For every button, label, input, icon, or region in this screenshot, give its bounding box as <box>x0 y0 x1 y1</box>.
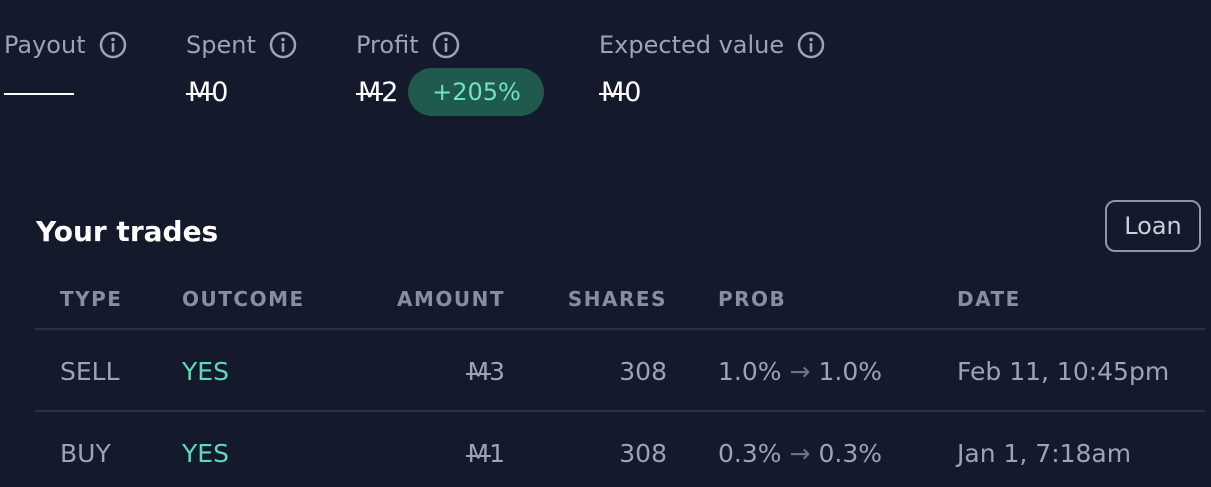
mana-currency-icon: M <box>355 76 384 108</box>
mana-currency-icon: M <box>598 76 627 108</box>
trade-date: Feb 11, 10:45pm <box>957 357 1170 386</box>
table-header-row: TYPE OUTCOME AMOUNT SHARES PROB DATE <box>35 270 1205 330</box>
trades-table: TYPE OUTCOME AMOUNT SHARES PROB DATE SEL… <box>35 270 1211 487</box>
column-header-outcome[interactable]: OUTCOME <box>182 284 305 314</box>
prob-before: 0.3% <box>718 439 782 468</box>
stat-expected-label: Expected value <box>599 31 785 59</box>
trade-date: Jan 1, 7:18am <box>957 439 1132 468</box>
stat-profit-value: 2 <box>381 76 399 108</box>
trade-prob: 0.3% → 0.3% <box>718 434 882 474</box>
stat-profit-label-row: Profit <box>356 28 461 62</box>
info-icon[interactable] <box>268 30 298 60</box>
arrow-right-icon: → <box>789 357 811 386</box>
info-icon[interactable] <box>796 30 826 60</box>
profit-percent-badge: +205% <box>408 68 545 116</box>
trade-prob: 1.0% → 1.0% <box>718 352 882 392</box>
column-header-type[interactable]: TYPE <box>60 284 122 314</box>
trade-type: SELL <box>60 357 120 386</box>
trade-shares: 308 <box>619 357 667 386</box>
table-row: SELL YES M3 308 1.0% → 1.0% Feb 11, 10:45p… <box>35 330 1205 412</box>
stat-payout-value <box>4 72 74 112</box>
loan-button[interactable]: Loan <box>1105 200 1201 252</box>
info-icon[interactable] <box>98 30 128 60</box>
table-row: BUY YES M1 308 0.3% → 0.3% Jan 1, 7:18am <box>35 412 1205 487</box>
trade-amount-value: 1 <box>489 439 505 468</box>
stat-spent-label: Spent <box>186 31 256 59</box>
stat-profit-label: Profit <box>356 31 419 59</box>
stat-profit-value-row: M2 +205% <box>355 68 545 116</box>
column-header-prob[interactable]: PROB <box>718 284 786 314</box>
stat-expected-label-row: Expected value <box>599 28 826 62</box>
stat-payout-label-row: Payout <box>4 28 128 62</box>
column-header-shares[interactable]: SHARES <box>515 284 667 314</box>
info-icon[interactable] <box>431 30 461 60</box>
prob-before: 1.0% <box>718 357 782 386</box>
stat-profit: Profit M2 +205% <box>355 28 545 116</box>
stat-expected-value: 0 <box>624 76 642 108</box>
stat-expected-value: Expected value M0 <box>598 28 826 108</box>
trade-amount: M3 <box>335 352 505 392</box>
arrow-right-icon: → <box>789 439 811 468</box>
empty-value-dash <box>4 93 74 95</box>
trade-amount-value: 3 <box>489 357 505 386</box>
mana-currency-icon: M <box>185 76 214 108</box>
stat-payout-label: Payout <box>4 31 86 59</box>
stat-spent-value-row: M0 <box>185 72 229 112</box>
stat-payout: Payout <box>4 28 128 95</box>
trade-outcome: YES <box>182 357 229 386</box>
stat-spent-label-row: Spent <box>186 28 298 62</box>
prob-after: 0.3% <box>818 439 882 468</box>
column-header-date[interactable]: DATE <box>957 284 1021 314</box>
trade-summary-panel: Payout Spent M0 Profit M2 +205% Expected… <box>0 0 1211 487</box>
prob-after: 1.0% <box>818 357 882 386</box>
stat-spent-value: 0 <box>211 76 229 108</box>
your-trades-title: Your trades <box>36 215 219 248</box>
trade-shares: 308 <box>619 439 667 468</box>
trade-amount: M1 <box>335 434 505 474</box>
trade-type: BUY <box>60 439 111 468</box>
mana-currency-icon: M <box>465 434 491 474</box>
stat-expected-value-row: M0 <box>598 72 642 112</box>
column-header-amount[interactable]: AMOUNT <box>335 284 505 314</box>
stat-spent: Spent M0 <box>185 28 298 108</box>
trade-outcome: YES <box>182 439 229 468</box>
mana-currency-icon: M <box>465 352 491 392</box>
